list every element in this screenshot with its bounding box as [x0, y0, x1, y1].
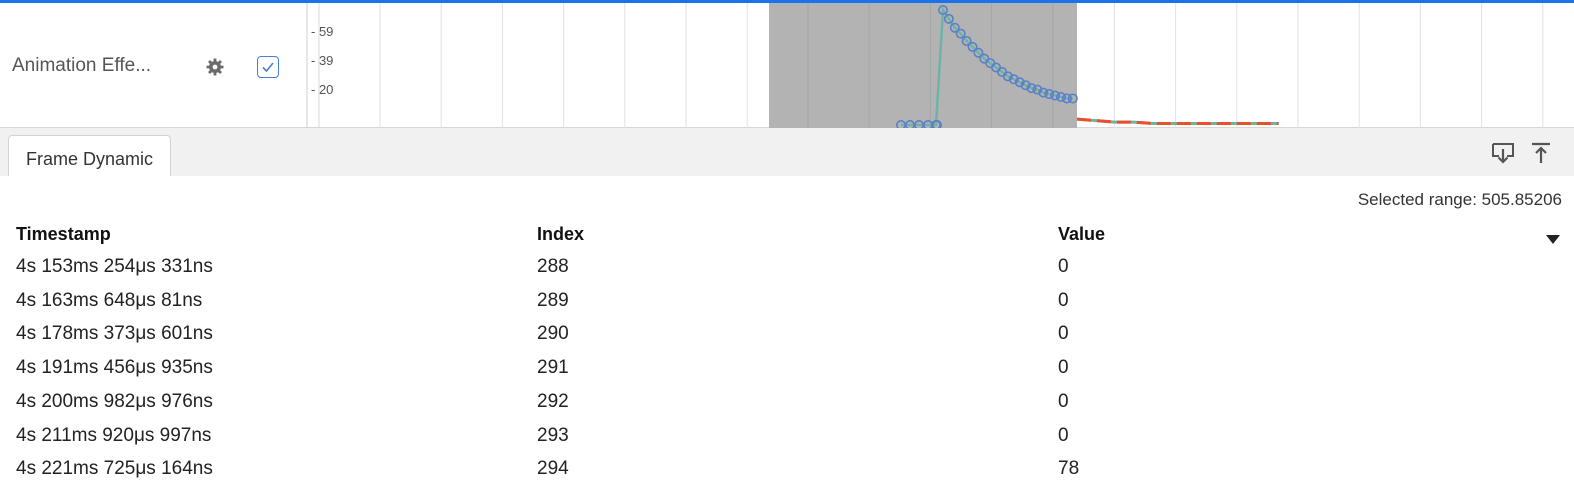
cell-timestamp: 4s 163ms 648μs 81ns	[16, 289, 203, 311]
cell-index: 288	[537, 256, 569, 277]
cell-timestamp: 4s 153ms 254μs 331ns	[16, 256, 213, 277]
cell-value: 0	[1058, 424, 1069, 446]
selected-range-text: Selected range: 505.85206	[1357, 190, 1562, 209]
table-row[interactable]: 4s 191ms 456μs 935ns 291 0	[0, 357, 1574, 391]
table-row[interactable]: 4s 163ms 648μs 81ns 289 0	[0, 290, 1574, 324]
cell-value: 0	[1058, 390, 1069, 412]
move-to-top-icon[interactable]	[1528, 140, 1554, 166]
table-row[interactable]: 4s 211ms 920μs 997ns 293 0	[0, 425, 1574, 459]
y-tick-label: - 20	[311, 82, 333, 97]
cell-index: 292	[537, 390, 569, 412]
cell-index: 290	[537, 323, 569, 345]
track-chart-svg: - 59 - 39 - 20	[306, 3, 1544, 131]
cell-timestamp: 4s 191ms 456μs 935ns	[16, 357, 213, 379]
track-chart[interactable]: - 59 - 39 - 20	[0, 3, 1574, 131]
sort-descending-icon[interactable]	[1546, 232, 1560, 250]
column-header-timestamp[interactable]: Timestamp	[16, 224, 111, 245]
selection-band	[769, 3, 1077, 129]
table-row[interactable]: 4s 200ms 982μs 976ns 292 0	[0, 391, 1574, 425]
cell-index: 294	[537, 458, 569, 480]
cell-timestamp: 4s 221ms 725μs 164ns	[16, 458, 213, 480]
cell-value: 0	[1058, 256, 1069, 277]
track-visibility-checkbox[interactable]	[257, 56, 279, 78]
cell-value: 0	[1058, 289, 1069, 311]
track-label: Animation Effe...	[12, 55, 152, 76]
table-row[interactable]: 4s 153ms 254μs 331ns 288 0	[0, 256, 1574, 290]
tab-frame-dynamic[interactable]: Frame Dynamic	[8, 135, 171, 176]
gear-icon[interactable]	[205, 57, 225, 77]
track-row: - 59 - 39 - 20 Animation Effe...	[0, 0, 1574, 131]
cell-timestamp: 4s 178ms 373μs 601ns	[16, 323, 213, 345]
column-header-value[interactable]: Value	[1058, 224, 1105, 245]
cell-value: 0	[1058, 323, 1069, 345]
y-tick-label: - 59	[311, 24, 333, 39]
cell-timestamp: 4s 211ms 920μs 997ns	[16, 424, 212, 446]
cell-index: 293	[537, 424, 569, 446]
table-row[interactable]: 4s 178ms 373μs 601ns 290 0	[0, 323, 1574, 357]
bottom-panel-tab-bar: Frame Dynamic	[0, 128, 1574, 176]
cell-value: 78	[1058, 458, 1080, 480]
series-line-2	[1076, 117, 1279, 125]
cell-timestamp: 4s 200ms 982μs 976ns	[16, 390, 213, 412]
cell-index: 289	[537, 289, 569, 311]
checkmark-icon	[262, 62, 274, 73]
download-to-tray-icon[interactable]	[1490, 140, 1516, 166]
column-header-index[interactable]: Index	[537, 224, 584, 245]
cell-value: 0	[1058, 357, 1069, 379]
y-tick-label: - 39	[311, 53, 333, 68]
cell-index: 291	[537, 357, 569, 379]
